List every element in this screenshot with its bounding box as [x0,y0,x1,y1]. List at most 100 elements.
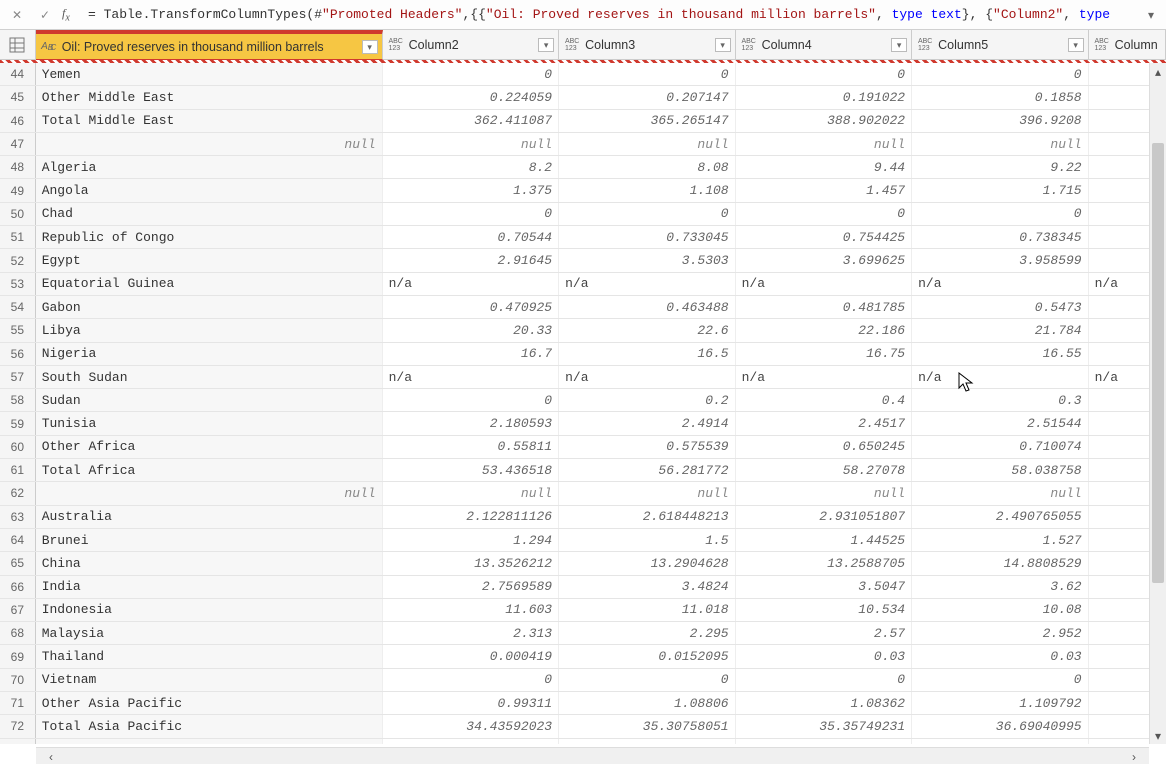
cell-value[interactable]: null [559,133,736,155]
table-row[interactable]: 70Vietnam0000 [0,669,1166,692]
cell-label[interactable]: South Sudan [36,366,383,388]
cell-value[interactable]: 0.575539 [559,436,736,458]
row-number[interactable]: 46 [0,110,36,132]
cell-value[interactable]: 388.902022 [736,110,913,132]
row-number[interactable]: 69 [0,645,36,667]
column-filter-button[interactable]: ▾ [891,38,907,52]
table-row[interactable]: 54Gabon0.4709250.4634880.4817850.5473 [0,296,1166,319]
cell-value[interactable]: 0 [912,669,1089,691]
cell-value[interactable]: 2.931051807 [736,506,913,528]
cell-value[interactable]: 362.411087 [383,110,560,132]
cell-label[interactable]: Republic of Congo [36,226,383,248]
row-number[interactable]: 48 [0,156,36,178]
cell-label[interactable]: Tunisia [36,412,383,434]
cell-value[interactable]: 0.5473 [912,296,1089,318]
cell-value[interactable]: 0 [912,63,1089,85]
cell-value[interactable]: 1.108 [559,179,736,201]
cell-value[interactable]: 1.457 [736,179,913,201]
cell-value[interactable]: 8.2 [383,156,560,178]
row-number[interactable]: 52 [0,249,36,271]
row-number[interactable]: 62 [0,482,36,504]
cell-value[interactable]: 16.55 [912,343,1089,365]
table-row[interactable]: 56Nigeria16.716.516.7516.55 [0,343,1166,366]
table-row[interactable]: 53Equatorial Guinean/an/an/an/an/a [0,273,1166,296]
cell-label[interactable]: Other Africa [36,436,383,458]
row-number[interactable]: 56 [0,343,36,365]
cell-value[interactable]: 10.08 [912,599,1089,621]
cell-value[interactable]: 22.6 [559,319,736,341]
cell-label[interactable]: Chad [36,203,383,225]
cell-value[interactable] [912,739,1089,744]
column-header-2[interactable]: ABC123 Column2 ▾ [383,30,560,59]
cell-label[interactable]: Other Middle East [36,86,383,108]
cell-value[interactable]: 1.5 [559,529,736,551]
row-number[interactable]: 68 [0,622,36,644]
cell-value[interactable]: 53.436518 [383,459,560,481]
cell-value[interactable]: 13.3526212 [383,552,560,574]
cell-value[interactable]: 22.186 [736,319,913,341]
select-all-corner[interactable] [0,30,36,59]
column-header-3[interactable]: ABC123 Column3 ▾ [559,30,736,59]
column-header-6[interactable]: ABC123 Column [1089,30,1166,59]
column-filter-button[interactable]: ▾ [362,40,378,54]
cell-value[interactable]: 9.44 [736,156,913,178]
cell-value[interactable]: 2.618448213 [559,506,736,528]
cell-value[interactable]: 0.191022 [736,86,913,108]
cell-value[interactable]: 0.207147 [559,86,736,108]
cell-value[interactable]: 14.8808529 [912,552,1089,574]
cell-value[interactable]: 0.3 [912,389,1089,411]
cell-value[interactable]: n/a [912,366,1089,388]
cell-value[interactable]: 0.224059 [383,86,560,108]
table-row[interactable]: 59Tunisia2.1805932.49142.45172.51544 [0,412,1166,435]
row-number[interactable]: 50 [0,203,36,225]
cell-value[interactable]: 2.952 [912,622,1089,644]
cell-label[interactable]: Yemen [36,63,383,85]
table-row[interactable]: 47nullnullnullnullnull [0,133,1166,156]
cell-value[interactable] [383,739,560,744]
row-number[interactable]: 58 [0,389,36,411]
cell-label[interactable]: Australia [36,506,383,528]
column-filter-button[interactable]: ▾ [1068,38,1084,52]
cell-value[interactable]: 2.313 [383,622,560,644]
cell-value[interactable]: 8.08 [559,156,736,178]
row-number[interactable]: 70 [0,669,36,691]
cell-value[interactable]: n/a [383,273,560,295]
scroll-thumb[interactable] [1152,143,1164,583]
table-row[interactable]: 60Other Africa0.558110.5755390.6502450.7… [0,436,1166,459]
cell-label[interactable]: Angola [36,179,383,201]
table-row[interactable]: 46Total Middle East362.411087365.2651473… [0,110,1166,133]
cell-label[interactable]: Algeria [36,156,383,178]
cell-value[interactable]: 21.784 [912,319,1089,341]
data-grid[interactable]: 44Yemen000045Other Middle East0.2240590.… [0,63,1166,744]
cell-value[interactable]: 0 [912,203,1089,225]
cell-value[interactable]: 20.33 [383,319,560,341]
row-number[interactable]: 65 [0,552,36,574]
cell-value[interactable]: 2.4914 [559,412,736,434]
cell-value[interactable]: 1.08806 [559,692,736,714]
column-filter-button[interactable]: ▾ [538,38,554,52]
row-number[interactable]: 51 [0,226,36,248]
cell-value[interactable]: 0 [559,63,736,85]
cell-value[interactable]: null [736,133,913,155]
cell-label[interactable]: Total Middle East [36,110,383,132]
cell-value[interactable]: 58.27078 [736,459,913,481]
scroll-right-button[interactable]: › [1119,748,1149,765]
cell-value[interactable]: 0 [383,203,560,225]
table-row[interactable]: 44Yemen0000 [0,63,1166,86]
cell-value[interactable]: 9.22 [912,156,1089,178]
table-row[interactable]: 66India2.75695893.48243.50473.62 [0,576,1166,599]
scroll-left-button[interactable]: ‹ [36,748,66,765]
table-row[interactable]: 50Chad0000 [0,203,1166,226]
table-row[interactable]: 55Libya20.3322.622.18621.784 [0,319,1166,342]
cell-value[interactable]: 1.109792 [912,692,1089,714]
table-row[interactable]: 63Australia2.1228111262.6184482132.93105… [0,506,1166,529]
cell-value[interactable]: 1.44525 [736,529,913,551]
row-number[interactable]: 49 [0,179,36,201]
cell-value[interactable]: 58.038758 [912,459,1089,481]
cell-value[interactable]: 16.75 [736,343,913,365]
table-row[interactable]: 48Algeria8.28.089.449.22 [0,156,1166,179]
cell-label[interactable]: null [36,133,383,155]
cell-value[interactable]: n/a [736,273,913,295]
cell-value[interactable]: 2.7569589 [383,576,560,598]
cell-value[interactable]: 0.650245 [736,436,913,458]
